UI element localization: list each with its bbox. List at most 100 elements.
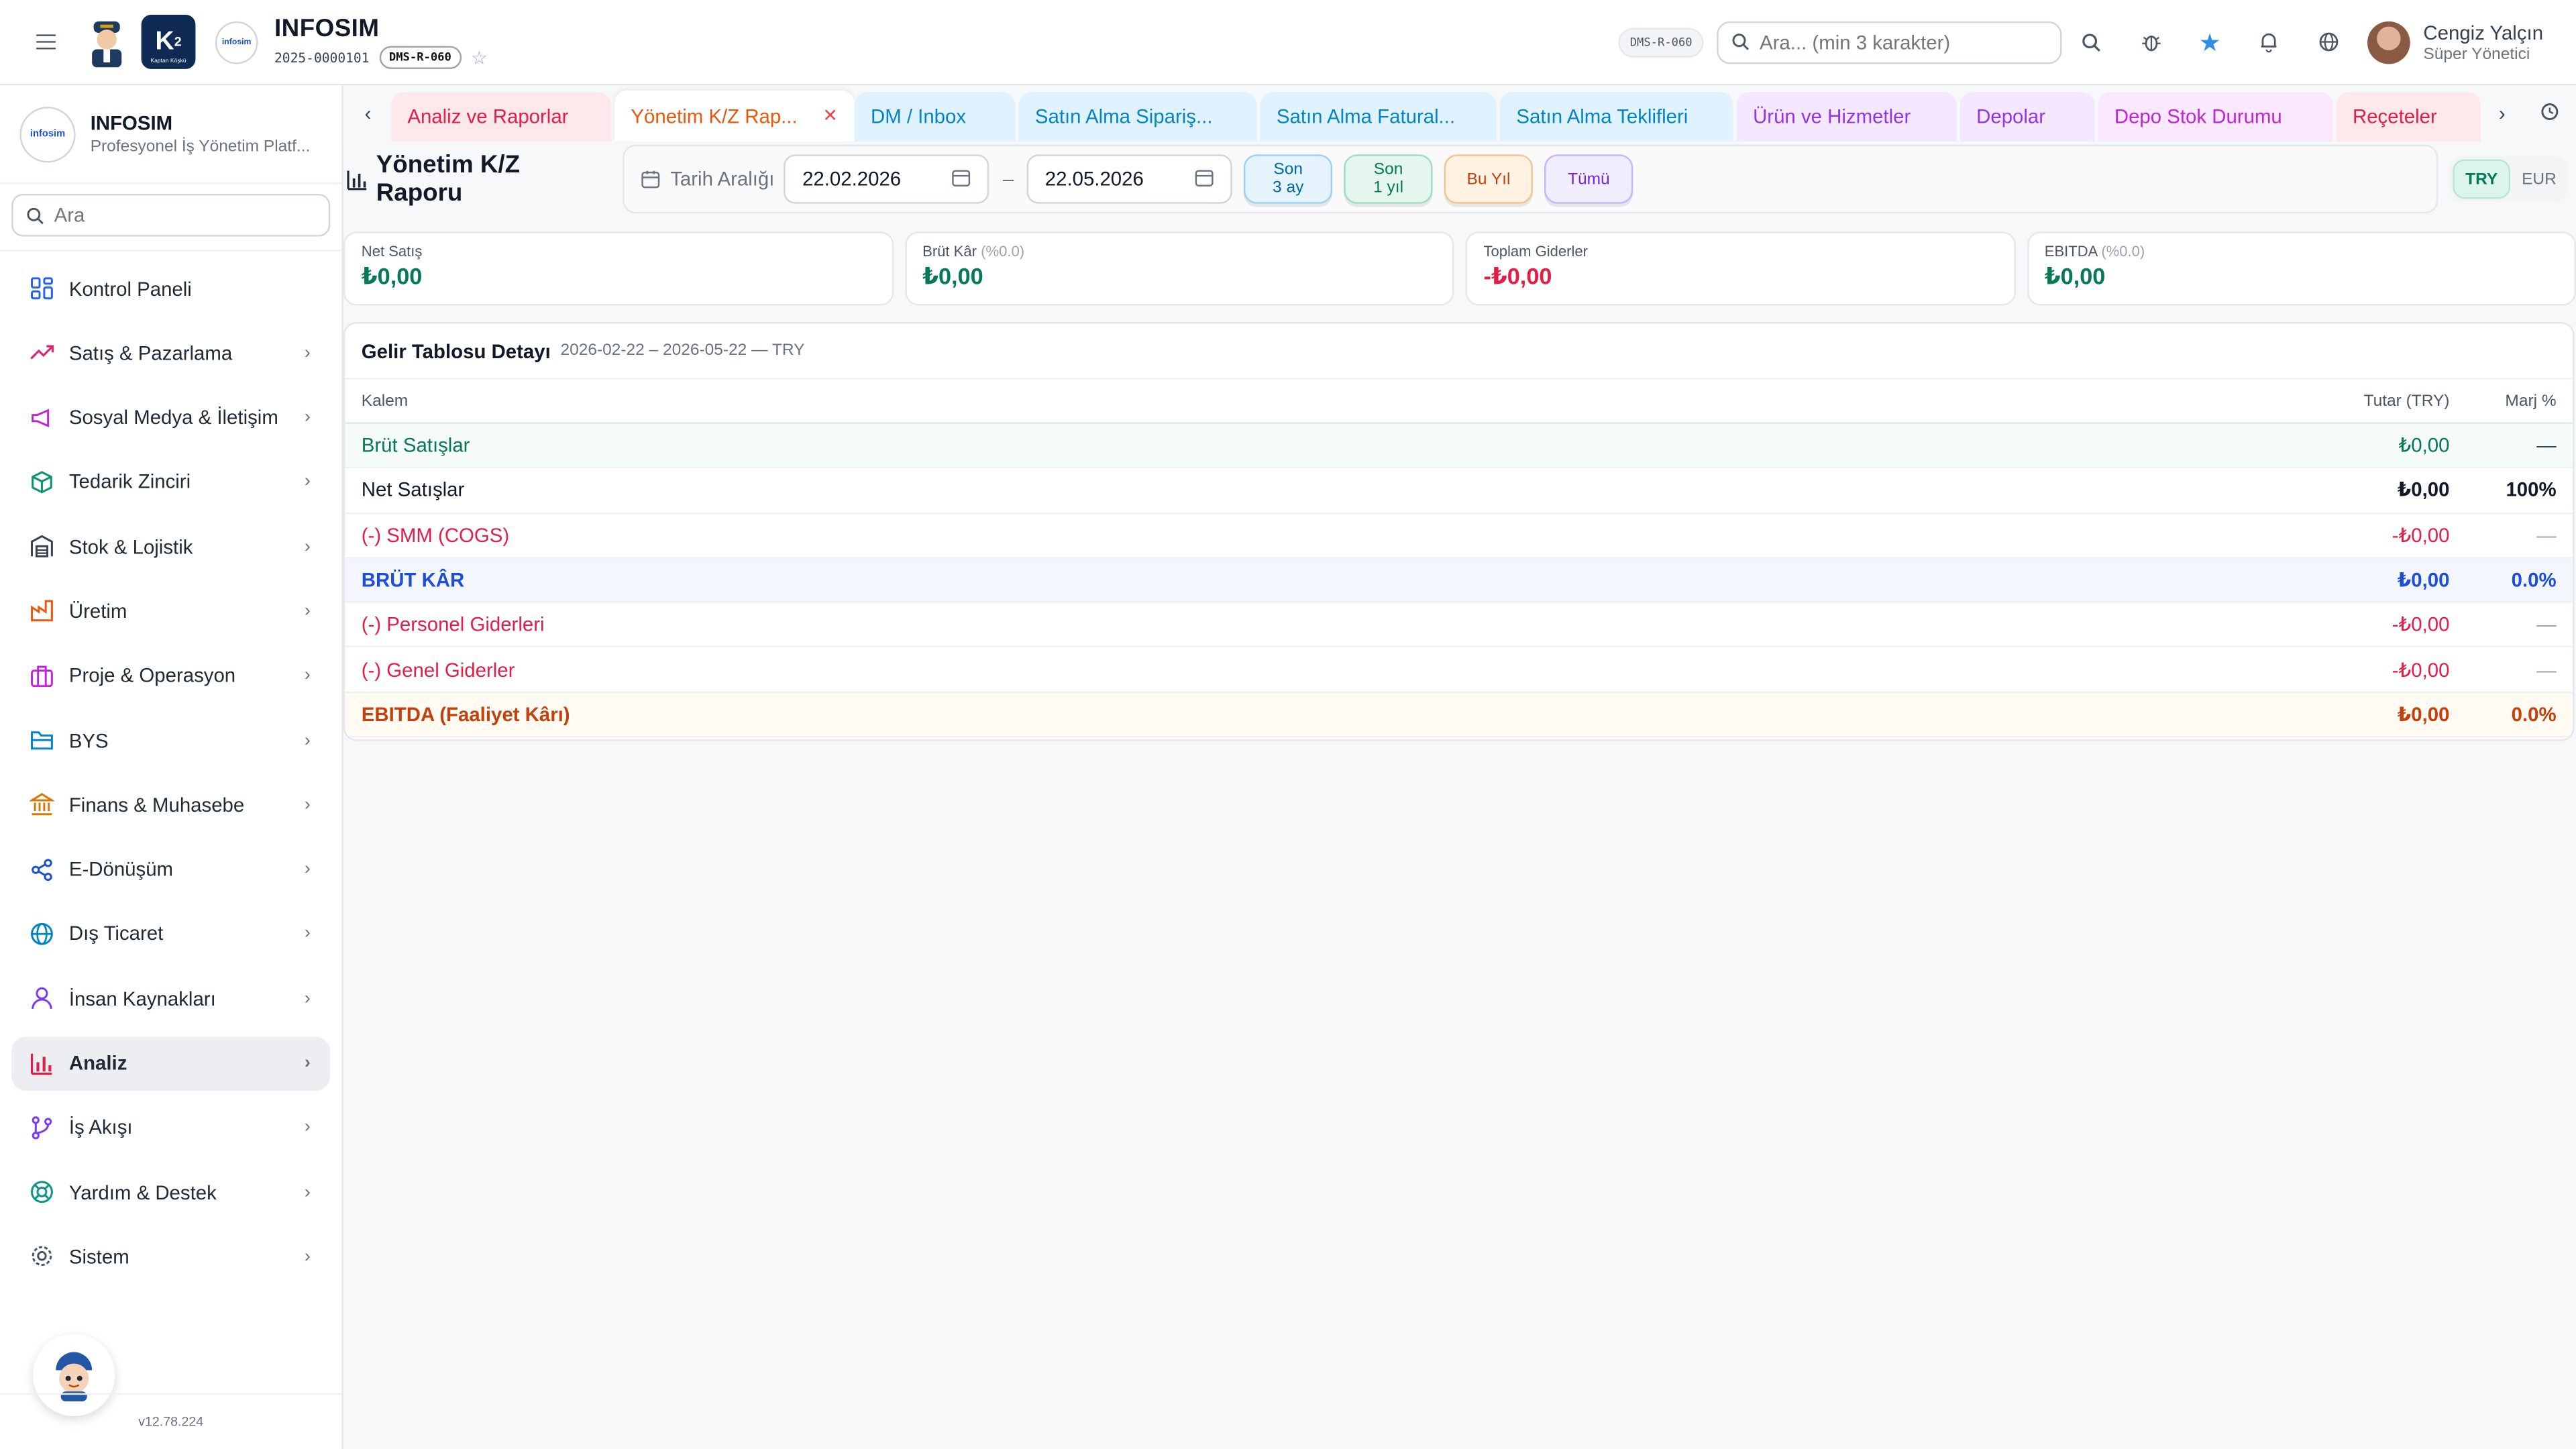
k2-logo: K 2 Kaptan Köşkü	[141, 15, 196, 69]
bell-icon[interactable]	[2239, 32, 2298, 53]
favorite-star-icon[interactable]: ☆	[471, 47, 487, 68]
row-margin: —	[2536, 433, 2557, 458]
sidebar-item-analiz[interactable]: Analiz ›	[11, 1036, 331, 1091]
chevron-right-icon: ›	[304, 665, 311, 686]
sidebar-search[interactable]	[11, 193, 331, 237]
pilot-mascot-icon	[92, 20, 122, 67]
row-margin: 0.0%	[2511, 568, 2557, 592]
briefcase-icon	[28, 663, 54, 689]
sidebar-item-kontrol-paneli[interactable]: Kontrol Paneli	[11, 261, 330, 315]
kpi-card: Net Satış ₺0,00	[343, 231, 894, 306]
sidebar-item-proje-operasyon[interactable]: Proje & Operasyon ›	[11, 649, 330, 703]
row-item: (-) SMM (COGS)	[361, 523, 510, 547]
tabs-scroll-left-icon[interactable]: ‹	[365, 102, 372, 125]
date-from-input[interactable]: 22.02.2026	[784, 154, 990, 204]
quick-last-3-months-button[interactable]: Son 3 ay	[1244, 154, 1333, 204]
sidebar-item-label: Finans & Muhasebe	[68, 793, 245, 816]
sidebar-item-label: İnsan Kaynakları	[68, 987, 216, 1010]
tab-9[interactable]: Reçeteler	[2336, 92, 2481, 142]
screen-code-badge: DMS-R-060	[1618, 27, 1704, 57]
kpi-value: -₺0,00	[1483, 262, 1552, 290]
share-icon	[28, 856, 54, 882]
menu-icon[interactable]	[36, 32, 62, 52]
chevron-right-icon: ›	[304, 472, 311, 492]
kpi-value: ₺0,00	[361, 262, 423, 290]
tab-8[interactable]: Depo Stok Durumu	[2098, 92, 2333, 142]
sidebar-item-dış-ticaret[interactable]: Dış Ticaret ›	[11, 907, 330, 961]
trending-up-icon	[28, 339, 54, 366]
sidebar-item-üretim[interactable]: Üretim ›	[11, 584, 330, 639]
chevron-right-icon: ›	[304, 601, 311, 621]
history-icon[interactable]	[2540, 102, 2559, 127]
sidebar-item-i-nsan-kaynakları[interactable]: İnsan Kaynakları ›	[11, 971, 330, 1026]
kpi-value: ₺0,00	[2044, 262, 2106, 290]
sidebar-item-label: Sistem	[68, 1245, 129, 1269]
tab-label: DM / Inbox	[870, 105, 967, 129]
chevron-right-icon: ›	[304, 859, 311, 879]
row-amount: ₺0,00	[2397, 568, 2450, 592]
tab-4[interactable]: Satın Alma Fatural...	[1260, 92, 1497, 142]
package-icon	[28, 469, 54, 495]
tab-2[interactable]: DM / Inbox	[854, 92, 1016, 142]
user-role: Süper Yönetici	[2423, 45, 2530, 64]
calendar-icon[interactable]	[1195, 167, 1214, 192]
tab-0[interactable]: Analiz ve Raporlar	[390, 92, 612, 142]
tab-1[interactable]: Yönetim K/Z Rap... ✕	[614, 90, 855, 142]
globe-language-icon[interactable]	[2298, 32, 2357, 53]
quick-last-1-year-button[interactable]: Son 1 yıl	[1344, 154, 1433, 204]
date-to-value: 22.05.2026	[1044, 167, 1144, 191]
favorites-star-icon[interactable]: ★	[2180, 27, 2239, 57]
sidebar-item-label: E-Dönüşüm	[68, 857, 174, 881]
sidebar-item-yardım-destek[interactable]: Yardım & Destek ›	[11, 1165, 330, 1220]
chevron-right-icon: ›	[304, 795, 311, 815]
date-to-input[interactable]: 22.05.2026	[1026, 154, 1232, 204]
date-filter: Tarih Aralığı 22.02.2026 – 22.05.2026 So…	[623, 144, 2438, 214]
sidebar-item-tedarik-zinciri[interactable]: Tedarik Zinciri ›	[11, 455, 330, 509]
sidebar-item-label: Üretim	[68, 599, 127, 623]
tab-3[interactable]: Satın Alma Sipariş...	[1018, 92, 1257, 142]
sidebar-item-stok-lojistik[interactable]: Stok & Lojistik ›	[11, 519, 330, 574]
global-search[interactable]	[1717, 20, 2062, 64]
chevron-right-icon: ›	[304, 730, 311, 751]
currency-eur-button[interactable]: EUR	[2510, 160, 2568, 199]
sidebar-item-sosyal-medya-i-letişim[interactable]: Sosyal Medya & İletişim ›	[11, 390, 330, 445]
user-name: Cengiz Yalçın	[2423, 20, 2544, 44]
tab-6[interactable]: Ürün ve Hizmetler	[1736, 92, 1957, 142]
tab-7[interactable]: Depolar	[1960, 92, 2095, 142]
top-bar: K 2 Kaptan Köşkü infosim INFOSIM 2025-0000…	[0, 0, 2576, 86]
company-code: 2025-0000101	[274, 50, 370, 65]
row-item: EBITDA (Faaliyet Kârı)	[361, 702, 570, 727]
bug-icon[interactable]	[2121, 32, 2180, 53]
table-row: (-) Personel Giderleri -₺0,00 —	[345, 603, 2573, 649]
sidebar-item-label: Analiz	[68, 1051, 127, 1075]
quick-this-year-button[interactable]: Bu Yıl	[1444, 154, 1534, 204]
sidebar-item-e-dönüşüm[interactable]: E-Dönüşüm ›	[11, 843, 330, 897]
sidebar-search-input[interactable]	[54, 203, 316, 227]
chevron-right-icon: ›	[304, 1182, 311, 1202]
sidebar-item-label: Proje & Operasyon	[68, 664, 236, 688]
sidebar-item-bys[interactable]: BYS ›	[11, 713, 330, 767]
search-button-icon[interactable]	[2062, 32, 2121, 52]
col-margin-header: Marj %	[2505, 392, 2557, 411]
currency-try-button[interactable]: TRY	[2453, 159, 2511, 199]
tabs-scroll-right-icon[interactable]: ›	[2499, 102, 2506, 125]
close-icon[interactable]: ✕	[822, 105, 838, 126]
date-from-value: 22.02.2026	[802, 167, 902, 191]
page-title: Yönetim K/Z Raporu	[376, 151, 521, 207]
quick-all-button[interactable]: Tümü	[1544, 154, 1633, 204]
sidebar-item-satış-pazarlama[interactable]: Satış & Pazarlama ›	[11, 326, 330, 380]
col-amount-header: Tutar (TRY)	[2363, 392, 2450, 411]
page-title-block: Yönetim K/Z Raporu	[347, 151, 613, 207]
sidebar-item-sistem[interactable]: Sistem ›	[11, 1230, 330, 1284]
sidebar-item-finans-muhasebe[interactable]: Finans & Muhasebe ›	[11, 777, 330, 832]
user-icon	[28, 985, 54, 1012]
global-search-input[interactable]	[1760, 30, 2039, 54]
chevron-right-icon: ›	[304, 343, 311, 363]
calendar-icon[interactable]	[952, 167, 971, 192]
sidebar-item-i-ş-akışı[interactable]: İş Akışı ›	[11, 1100, 330, 1155]
tab-label: Yönetim K/Z Rap...	[631, 104, 798, 127]
user-menu[interactable]: Cengiz Yalçın Süper Yönetici	[2367, 20, 2544, 64]
tab-label: Satın Alma Teklifleri	[1516, 105, 1688, 129]
tab-5[interactable]: Satın Alma Teklifleri	[1499, 92, 1733, 142]
table-header: Kalem Tutar (TRY) Marj %	[345, 380, 2573, 424]
